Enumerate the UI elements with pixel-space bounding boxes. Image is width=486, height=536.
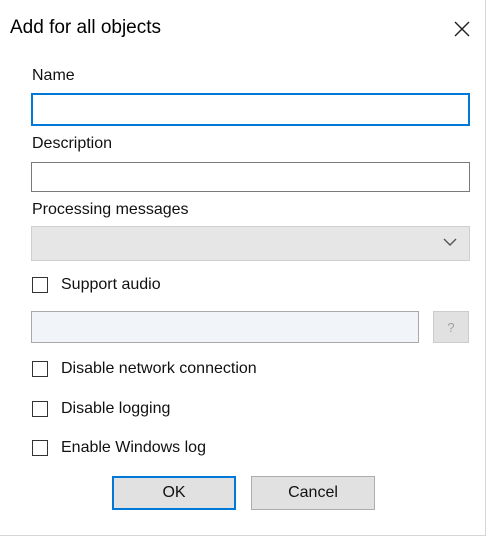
description-input[interactable]: [31, 162, 470, 192]
help-button-label: ?: [447, 319, 455, 335]
disable-logging-checkbox[interactable]: [32, 401, 48, 417]
audio-help-button: ?: [433, 311, 469, 343]
disable-network-label: Disable network connection: [61, 360, 257, 377]
name-label: Name: [32, 67, 75, 84]
disable-logging-row[interactable]: Disable logging: [32, 398, 170, 420]
support-audio-label: Support audio: [61, 276, 161, 293]
support-audio-row[interactable]: Support audio: [32, 274, 161, 296]
title-bar: Add for all objects: [0, 0, 486, 56]
support-audio-checkbox[interactable]: [32, 277, 48, 293]
enable-windows-log-label: Enable Windows log: [61, 439, 206, 456]
dialog-title: Add for all objects: [10, 17, 162, 38]
close-button[interactable]: [443, 10, 481, 48]
disable-network-checkbox[interactable]: [32, 361, 48, 377]
enable-windows-log-checkbox[interactable]: [32, 440, 48, 456]
audio-path-input: [31, 311, 419, 343]
processing-messages-label: Processing messages: [32, 201, 189, 218]
ok-button[interactable]: OK: [112, 476, 236, 510]
disable-logging-label: Disable logging: [61, 400, 171, 417]
disable-network-row[interactable]: Disable network connection: [32, 358, 257, 380]
chevron-down-icon: [443, 238, 457, 246]
description-label: Description: [32, 135, 113, 152]
close-icon: [454, 21, 470, 37]
cancel-button[interactable]: Cancel: [251, 476, 375, 510]
processing-messages-select[interactable]: [31, 226, 470, 261]
name-input[interactable]: [31, 93, 470, 126]
add-for-all-objects-dialog: Add for all objects Name Description Pro…: [0, 0, 486, 536]
enable-windows-log-row[interactable]: Enable Windows log: [32, 437, 206, 459]
